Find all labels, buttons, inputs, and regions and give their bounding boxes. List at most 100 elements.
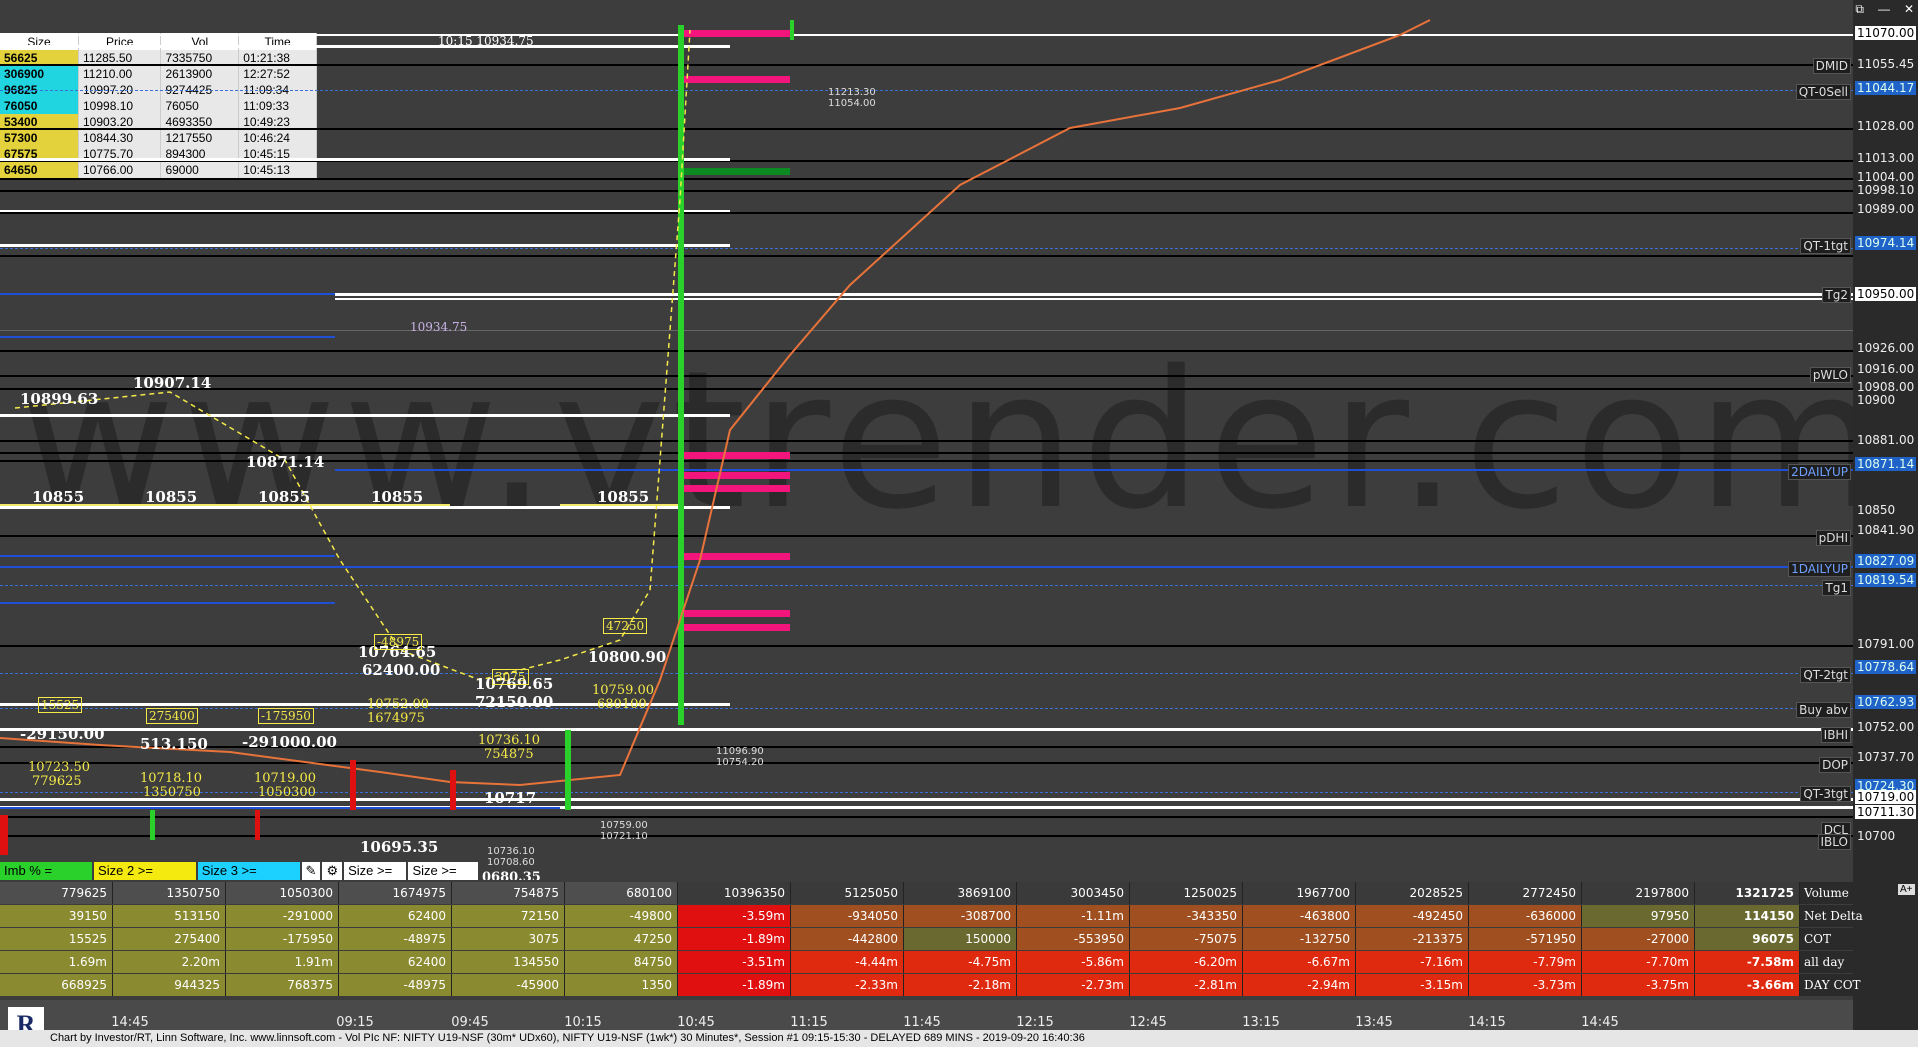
stats-cell: 944325 xyxy=(113,974,226,996)
vpoc-label: 10855 xyxy=(597,488,650,506)
stats-row-label: DAY COT xyxy=(1800,974,1874,996)
stats-cell: 3075 xyxy=(452,928,565,950)
level-tag: IBLO xyxy=(1817,834,1851,850)
time-axis-label: 10:15 xyxy=(564,1015,602,1030)
delta-box: 3075 xyxy=(492,669,529,685)
price-axis-label: 10908.00 xyxy=(1857,380,1915,394)
stats-cell: 62400 xyxy=(339,951,452,973)
size0-filter[interactable]: Size >= 0 xyxy=(344,862,407,880)
stats-cell: -553950 xyxy=(1017,928,1130,950)
stats-cell: -5.86m xyxy=(1017,951,1130,973)
level-tag: pDHI xyxy=(1815,530,1851,546)
stats-cell: 10396350 xyxy=(678,882,791,904)
print-label: 11213.30 xyxy=(828,87,876,98)
delta-box: -175950 xyxy=(258,708,314,724)
price-axis-label: 10989.00 xyxy=(1857,202,1915,216)
close-icon[interactable]: ✕ xyxy=(1904,2,1914,17)
level-tag: QT-2tgt xyxy=(1800,667,1851,683)
level-tag: Buy abv xyxy=(1796,702,1851,718)
stats-cell: 15525 xyxy=(0,928,113,950)
stats-cell: 2028525 xyxy=(1356,882,1469,904)
stats-cell: -308700 xyxy=(904,905,1017,927)
print-label: 11054.00 xyxy=(828,98,876,109)
level-tag: pWLO xyxy=(1809,367,1851,383)
stats-cell: -175950 xyxy=(226,928,339,950)
stats-cell: 2772450 xyxy=(1469,882,1582,904)
bar-price-label: 10752.00 xyxy=(367,697,430,712)
level-tag: IBHI xyxy=(1820,727,1851,743)
stats-cell: -6.20m xyxy=(1130,951,1243,973)
delta-box: 47250 xyxy=(603,618,648,634)
stats-cell: -3.75m xyxy=(1582,974,1695,996)
stats-cell: -7.79m xyxy=(1469,951,1582,973)
minimize-icon[interactable]: — xyxy=(1878,2,1890,17)
price-axis-label: 10719.00 xyxy=(1855,790,1917,804)
stats-cell: -934050 xyxy=(791,905,904,927)
pencil-icon[interactable]: ✎ xyxy=(301,862,321,880)
bar-volume-label: 72150.00 xyxy=(475,693,554,711)
bar-low-label: 10695.35 xyxy=(360,838,439,856)
stats-cell: 72150 xyxy=(452,905,565,927)
open-label: 10:15 10934.75 xyxy=(438,34,534,48)
level-tag: QT-0Sell xyxy=(1795,84,1851,100)
price-axis-label: 10916.00 xyxy=(1857,362,1915,376)
stats-cell: -1.11m xyxy=(1017,905,1130,927)
stats-cell: 768375 xyxy=(226,974,339,996)
price-axis-label: 10827.09 xyxy=(1855,554,1917,568)
vpoc-label: 10855 xyxy=(258,488,311,506)
stats-cell: -2.33m xyxy=(791,974,904,996)
size60-filter[interactable]: Size >= 60 xyxy=(408,862,479,880)
stats-cell: 39150 xyxy=(0,905,113,927)
restore-icon[interactable]: ⧉ xyxy=(1855,2,1864,17)
stats-cell: -343350 xyxy=(1130,905,1243,927)
stats-cell: 668925 xyxy=(0,974,113,996)
delta-box: 275400 xyxy=(146,708,198,724)
price-axis-label: 10926.00 xyxy=(1857,341,1915,355)
stats-cell: 754875 xyxy=(452,882,565,904)
stats-cell: -6.67m xyxy=(1243,951,1356,973)
stats-cell: 84750 xyxy=(565,951,678,973)
vpoc-label: 10855 xyxy=(32,488,85,506)
vpoc-label: 10899.63 xyxy=(20,390,99,408)
time-axis-label: 13:15 xyxy=(1242,1015,1280,1030)
stats-cell: -7.70m xyxy=(1582,951,1695,973)
stats-cell: -492450 xyxy=(1356,905,1469,927)
stats-cell: 134550 xyxy=(452,951,565,973)
time-axis[interactable]: 14:45 09:15 09:45 10:15 10:45 11:15 11:45 12:15… xyxy=(0,1000,1853,1030)
stats-cell: -3.51m xyxy=(678,951,791,973)
stats-cell: 96075 xyxy=(1695,928,1800,950)
imbalance-filter[interactable]: Imb % = 500% xyxy=(0,862,93,880)
bar-volume-label: 680100 xyxy=(597,697,647,712)
bar-close-label: 10717 xyxy=(484,789,537,807)
level-tag: 2DAILYUP xyxy=(1788,464,1851,480)
price-axis-label: 10881.00 xyxy=(1857,433,1915,447)
stats-cell: -7.58m xyxy=(1695,951,1800,973)
print-label: 10708.60 xyxy=(487,857,535,868)
price-axis-label: 10974.14 xyxy=(1855,236,1917,250)
stats-cell: -463800 xyxy=(1243,905,1356,927)
level-tag: DMID xyxy=(1812,58,1851,74)
settings-icon[interactable]: ⚙ xyxy=(322,862,343,880)
size3-filter[interactable]: Size 3 >= 75000 xyxy=(197,862,300,880)
stats-cell: 3869100 xyxy=(904,882,1017,904)
stats-cell: 1350 xyxy=(565,974,678,996)
stats-grid: 779625 1350750 1050300 1674975 754875 680100 1… xyxy=(0,882,1918,997)
stats-cell: -48975 xyxy=(339,974,452,996)
stats-row-label: all day delta xyxy=(1800,951,1874,991)
font-size-button[interactable]: A+ xyxy=(1898,884,1915,895)
size2-filter[interactable]: Size 2 >= 50000 xyxy=(94,862,196,880)
time-axis-label: 14:45 xyxy=(1581,1015,1619,1030)
time-axis-label: 14:45 xyxy=(111,1015,149,1030)
stats-cell: 513150 xyxy=(113,905,226,927)
bar-price-label: 10759.00 xyxy=(592,683,655,698)
chart-area[interactable]: www.vtrender.com SizePriceVolTime 566251… xyxy=(0,0,1853,880)
price-axis-label: 10737.70 xyxy=(1857,750,1915,764)
stats-cell: 1321725 xyxy=(1695,882,1800,904)
level-10934-label: 10934.75 xyxy=(410,320,468,334)
stats-cell: 3003450 xyxy=(1017,882,1130,904)
stats-row-label: Net Delta xyxy=(1800,905,1874,927)
stats-cell: 1350750 xyxy=(113,882,226,904)
stats-cell: -27000 xyxy=(1582,928,1695,950)
stats-cell: 62400 xyxy=(339,905,452,927)
stats-cell: 779625 xyxy=(0,882,113,904)
